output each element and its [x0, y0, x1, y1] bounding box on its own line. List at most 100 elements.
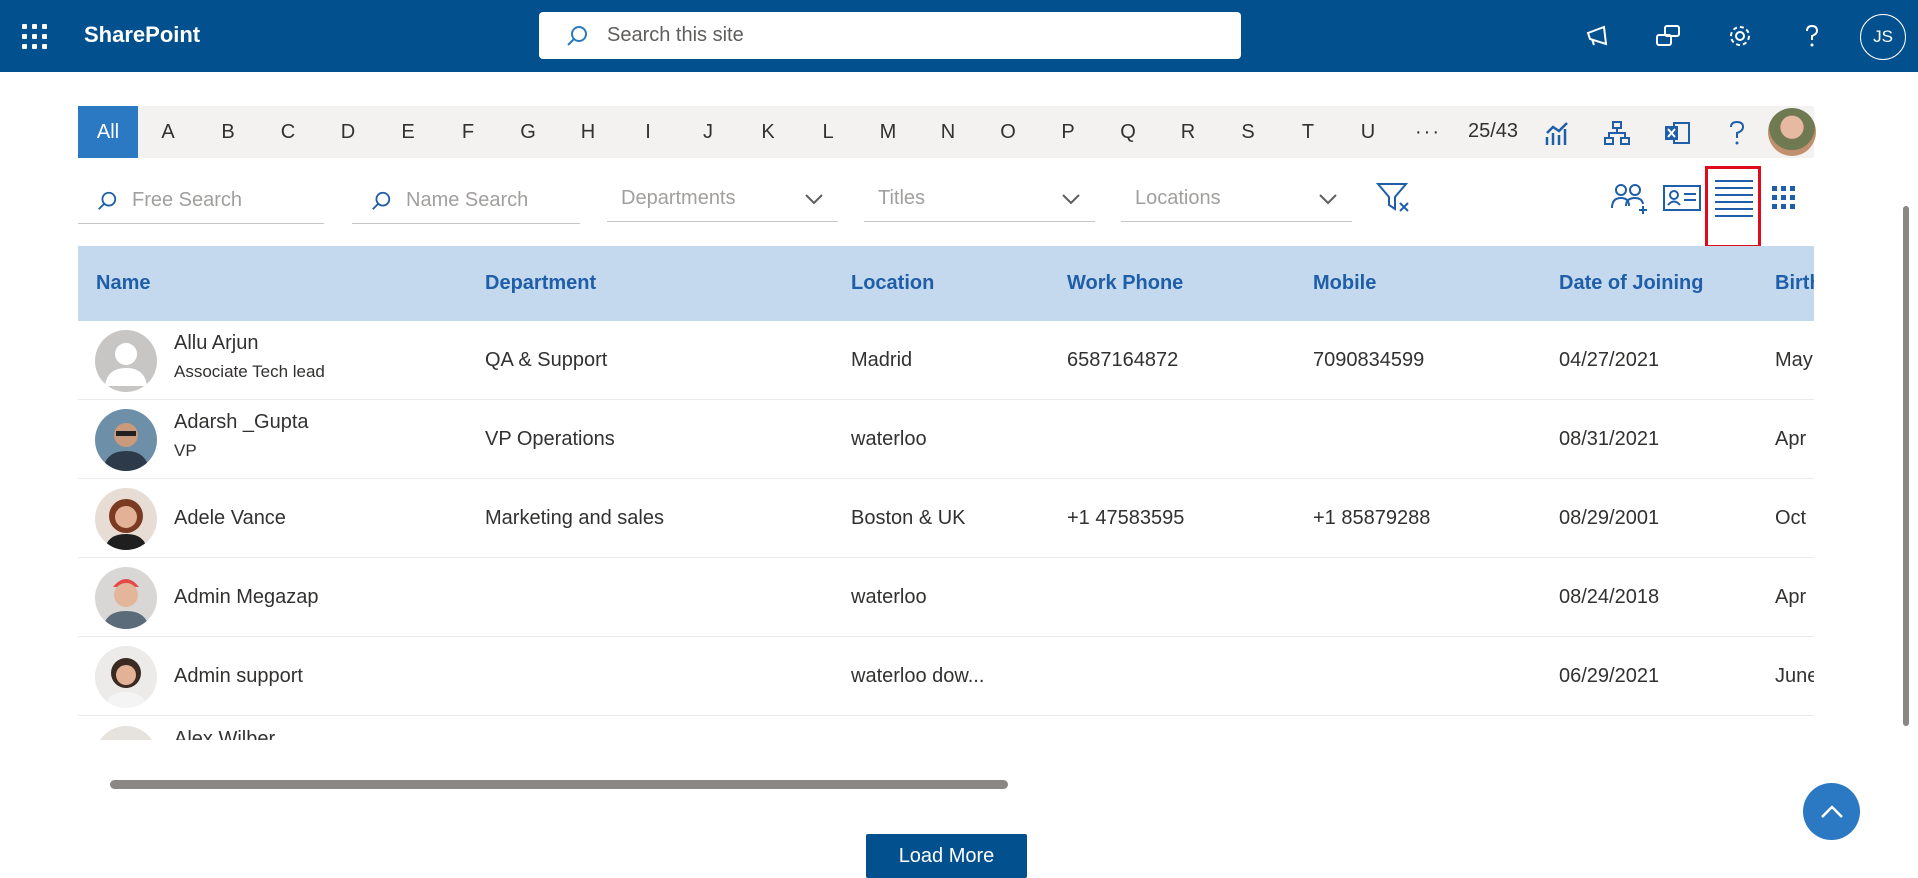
user-avatar-button[interactable]: JS [1860, 14, 1906, 60]
alpha-filter-s[interactable]: S [1218, 106, 1278, 158]
load-more-button[interactable]: Load More [866, 834, 1027, 878]
column-header-mobile[interactable]: Mobile [1313, 272, 1376, 295]
alpha-filter-g[interactable]: G [498, 106, 558, 158]
table-row[interactable]: Admin support waterloo dow... 06/29/2021… [78, 637, 1814, 716]
employee-location: waterloo [851, 428, 927, 450]
alpha-filter-n[interactable]: N [918, 106, 978, 158]
employee-location: Boston & UK [851, 507, 966, 529]
megaphone-icon[interactable] [1582, 20, 1614, 52]
search-icon [98, 191, 117, 210]
locations-placeholder: Locations [1135, 187, 1221, 209]
horizontal-scrollbar[interactable] [110, 780, 1008, 789]
add-users-icon[interactable] [1608, 178, 1652, 218]
employee-birthday: Apr [1775, 428, 1807, 450]
employee-photo [95, 488, 157, 550]
alpha-filter-t[interactable]: T [1278, 106, 1338, 158]
alpha-filter-e[interactable]: E [378, 106, 438, 158]
column-header-work-phone[interactable]: Work Phone [1067, 272, 1183, 295]
employee-location: waterloo dow... [851, 665, 985, 687]
employee-birthday: May [1775, 349, 1813, 371]
help-icon[interactable] [1720, 116, 1754, 150]
help-icon[interactable] [1796, 20, 1828, 52]
vertical-scrollbar[interactable] [1903, 206, 1909, 726]
page-count: 25/43 [1468, 120, 1519, 142]
alpha-filter-k[interactable]: K [738, 106, 798, 158]
alpha-filter-r[interactable]: R [1158, 106, 1218, 158]
alpha-filter-l[interactable]: L [798, 106, 858, 158]
employee-mobile[interactable]: +1 85879288 [1313, 507, 1430, 530]
alpha-filter-f[interactable]: F [438, 106, 498, 158]
table-row[interactable]: Admin Megazap waterloo 08/24/2018 Apr [78, 558, 1814, 637]
column-header-date-of-joining[interactable]: Date of Joining [1559, 272, 1703, 295]
site-search-box[interactable]: Search this site [539, 12, 1241, 59]
employee-name[interactable]: Alex Wilber [174, 728, 275, 740]
alpha-filter-h[interactable]: H [558, 106, 618, 158]
employee-work-phone[interactable]: +1 47583595 [1067, 507, 1184, 530]
grid-view-icon[interactable] [1762, 178, 1806, 218]
employee-doj: 06/29/2021 [1559, 665, 1660, 687]
search-icon [372, 191, 391, 210]
table-header: Name Department Location Work Phone Mobi… [78, 246, 1814, 321]
clear-filter-icon[interactable] [1372, 178, 1416, 218]
titles-placeholder: Titles [878, 187, 926, 209]
excel-export-icon[interactable] [1660, 116, 1694, 150]
employee-mobile[interactable]: 7090834599 [1313, 349, 1424, 372]
alpha-filter-m[interactable]: M [858, 106, 918, 158]
app-name[interactable]: SharePoint [84, 22, 200, 48]
alpha-filter-q[interactable]: Q [1098, 106, 1158, 158]
gear-icon[interactable] [1724, 20, 1756, 52]
chevron-down-icon [1319, 193, 1337, 204]
feedback-icon[interactable] [1652, 20, 1684, 52]
alpha-filter-o[interactable]: O [978, 106, 1038, 158]
employee-birthday: Oct [1775, 507, 1807, 529]
titles-dropdown[interactable]: Titles [864, 176, 1095, 222]
alpha-filter-a[interactable]: A [138, 106, 198, 158]
chevron-up-icon [1820, 804, 1843, 818]
chevron-down-icon [805, 193, 823, 204]
column-header-birthday[interactable]: Birth [1775, 272, 1814, 295]
scroll-to-top-button[interactable] [1803, 783, 1860, 840]
employee-photo [95, 726, 157, 740]
locations-dropdown[interactable]: Locations [1121, 176, 1352, 222]
free-search-field[interactable]: Free Search [78, 178, 324, 224]
employee-name[interactable]: Adarsh _Gupta [174, 411, 309, 434]
employee-name[interactable]: Admin Megazap [174, 586, 319, 609]
column-header-location[interactable]: Location [851, 272, 934, 295]
alpha-filter-u[interactable]: U [1338, 106, 1398, 158]
column-header-department[interactable]: Department [485, 272, 596, 295]
employee-table: Name Department Location Work Phone Mobi… [78, 246, 1814, 740]
employee-birthday: June [1775, 665, 1814, 687]
departments-dropdown[interactable]: Departments [607, 176, 838, 222]
employee-title: VP [174, 441, 197, 460]
default-avatar-icon [95, 330, 157, 392]
name-search-field[interactable]: Name Search [352, 178, 580, 224]
app-launcher-icon[interactable] [22, 24, 48, 50]
table-row[interactable]: Alex Wilber [78, 716, 1814, 740]
current-user-avatar[interactable] [1768, 108, 1816, 156]
search-icon [567, 25, 587, 46]
employee-photo [95, 567, 157, 629]
table-row[interactable]: Adarsh _Gupta VP VP Operations waterloo … [78, 400, 1814, 479]
alpha-filter-all[interactable]: All [78, 106, 138, 158]
employee-name[interactable]: Admin support [174, 665, 303, 688]
alpha-filter-b[interactable]: B [198, 106, 258, 158]
employee-work-phone[interactable]: 6587164872 [1067, 349, 1178, 372]
alpha-filter-p[interactable]: P [1038, 106, 1098, 158]
employee-doj: 08/31/2021 [1559, 428, 1660, 450]
alpha-more-button[interactable]: ··· [1398, 106, 1458, 158]
table-row[interactable]: Allu Arjun Associate Tech lead QA & Supp… [78, 321, 1814, 400]
chart-icon[interactable] [1540, 116, 1574, 150]
employee-name[interactable]: Allu Arjun [174, 332, 259, 355]
column-header-name[interactable]: Name [96, 272, 150, 295]
alpha-filter-j[interactable]: J [678, 106, 738, 158]
alpha-filter-i[interactable]: I [618, 106, 678, 158]
employee-doj: 04/27/2021 [1559, 349, 1660, 371]
alpha-filter-d[interactable]: D [318, 106, 378, 158]
site-search-placeholder: Search this site [607, 24, 744, 46]
alpha-filter-c[interactable]: C [258, 106, 318, 158]
table-row[interactable]: Adele Vance Marketing and sales Boston &… [78, 479, 1814, 558]
card-view-icon[interactable] [1660, 178, 1704, 218]
employee-title: Associate Tech lead [174, 362, 325, 381]
org-chart-icon[interactable] [1600, 116, 1634, 150]
employee-name[interactable]: Adele Vance [174, 507, 286, 530]
